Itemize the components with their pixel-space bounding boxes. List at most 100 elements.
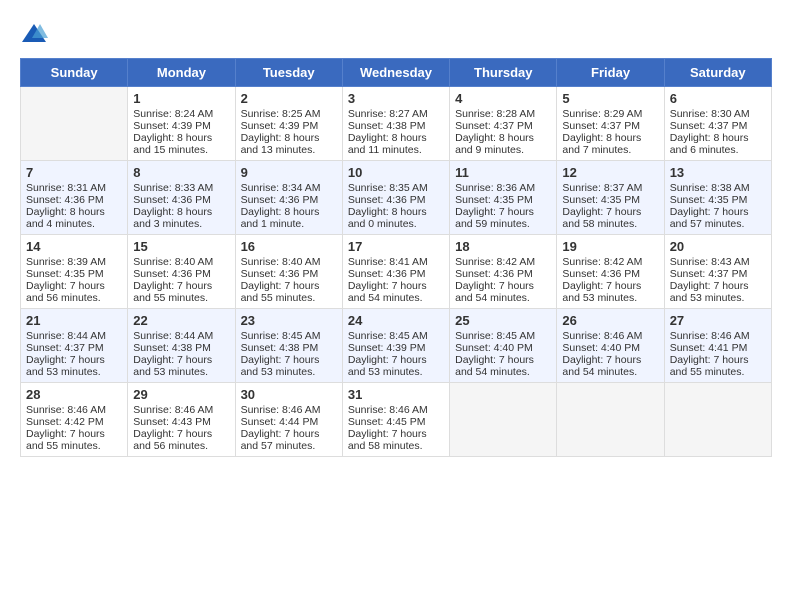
calendar-cell: 19 Sunrise: 8:42 AMSunset: 4:36 PMDayligh… — [557, 235, 664, 309]
sunset-text: Sunset: 4:35 PM — [455, 194, 551, 206]
sunrise-text: Sunrise: 8:40 AM — [241, 256, 337, 268]
day-number: 7 — [26, 165, 122, 180]
sunset-text: Sunset: 4:39 PM — [241, 120, 337, 132]
sunrise-text: Sunrise: 8:35 AM — [348, 182, 444, 194]
daylight-text: Daylight: 7 hours and 53 minutes. — [670, 280, 766, 304]
calendar-cell: 18Sunrise: 8:42 AMSunset: 4:36 PMDayligh… — [450, 235, 557, 309]
calendar-cell: 25Sunrise: 8:45 AMSunset: 4:40 PMDayligh… — [450, 309, 557, 383]
day-number: 21 — [26, 313, 122, 328]
daylight-text: Daylight: 8 hours and 15 minutes. — [133, 132, 229, 156]
daylight-text: Daylight: 7 hours and 55 minutes. — [241, 280, 337, 304]
daylight-text: Daylight: 8 hours and 0 minutes. — [348, 206, 444, 230]
day-number: 27 — [670, 313, 766, 328]
daylight-text: Daylight: 7 hours and 54 minutes. — [455, 280, 551, 304]
sunset-text: Sunset: 4:35 PM — [562, 194, 658, 206]
day-header-friday: Friday — [557, 59, 664, 87]
sunset-text: Sunset: 4:36 PM — [241, 268, 337, 280]
sunrise-text: Sunrise: 8:25 AM — [241, 108, 337, 120]
calendar-cell: 13Sunrise: 8:38 AMSunset: 4:35 PMDayligh… — [664, 161, 771, 235]
sunset-text: Sunset: 4:36 PM — [562, 268, 658, 280]
calendar-week-row: 21Sunrise: 8:44 AMSunset: 4:37 PMDayligh… — [21, 309, 772, 383]
calendar-cell: 4Sunrise: 8:28 AMSunset: 4:37 PMDaylight… — [450, 87, 557, 161]
day-number: 28 — [26, 387, 122, 402]
daylight-text: Daylight: 8 hours and 1 minute. — [241, 206, 337, 230]
daylight-text: Daylight: 7 hours and 55 minutes. — [26, 428, 122, 452]
daylight-text: Daylight: 7 hours and 57 minutes. — [670, 206, 766, 230]
calendar-cell: 8Sunrise: 8:33 AMSunset: 4:36 PMDaylight… — [128, 161, 235, 235]
sunset-text: Sunset: 4:35 PM — [26, 268, 122, 280]
daylight-text: Daylight: 7 hours and 53 minutes. — [26, 354, 122, 378]
day-number: 20 — [670, 239, 766, 254]
calendar-cell: 10Sunrise: 8:35 AMSunset: 4:36 PMDayligh… — [342, 161, 449, 235]
calendar-cell: 3Sunrise: 8:27 AMSunset: 4:38 PMDaylight… — [342, 87, 449, 161]
sunset-text: Sunset: 4:37 PM — [562, 120, 658, 132]
sunset-text: Sunset: 4:36 PM — [133, 194, 229, 206]
day-number: 25 — [455, 313, 551, 328]
calendar-cell: 29Sunrise: 8:46 AMSunset: 4:43 PMDayligh… — [128, 383, 235, 457]
calendar-cell — [450, 383, 557, 457]
calendar-cell: 17Sunrise: 8:41 AMSunset: 4:36 PMDayligh… — [342, 235, 449, 309]
calendar-cell: 14Sunrise: 8:39 AMSunset: 4:35 PMDayligh… — [21, 235, 128, 309]
sunset-text: Sunset: 4:36 PM — [133, 268, 229, 280]
sunrise-text: Sunrise: 8:41 AM — [348, 256, 444, 268]
sunrise-text: Sunrise: 8:46 AM — [670, 330, 766, 342]
day-number: 13 — [670, 165, 766, 180]
daylight-text: Daylight: 7 hours and 55 minutes. — [670, 354, 766, 378]
daylight-text: Daylight: 7 hours and 53 minutes. — [562, 280, 658, 304]
calendar-cell: 23Sunrise: 8:45 AMSunset: 4:38 PMDayligh… — [235, 309, 342, 383]
calendar-cell: 11 Sunrise: 8:36 AMSunset: 4:35 PMDayligh… — [450, 161, 557, 235]
sunset-text: Sunset: 4:40 PM — [562, 342, 658, 354]
day-number: 24 — [348, 313, 444, 328]
calendar-week-row: 14Sunrise: 8:39 AMSunset: 4:35 PMDayligh… — [21, 235, 772, 309]
sunset-text: Sunset: 4:36 PM — [241, 194, 337, 206]
daylight-text: Daylight: 7 hours and 56 minutes. — [26, 280, 122, 304]
sunrise-text: Sunrise: 8:46 AM — [26, 404, 122, 416]
day-number: 22 — [133, 313, 229, 328]
day-header-saturday: Saturday — [664, 59, 771, 87]
day-number: 10 — [348, 165, 444, 180]
calendar-cell: 6Sunrise: 8:30 AMSunset: 4:37 PMDaylight… — [664, 87, 771, 161]
sunset-text: Sunset: 4:37 PM — [455, 120, 551, 132]
sunrise-text: Sunrise: 8:42 AM — [562, 256, 658, 268]
logo-icon — [20, 20, 48, 48]
daylight-text: Daylight: 7 hours and 58 minutes. — [562, 206, 658, 230]
daylight-text: Daylight: 7 hours and 54 minutes. — [455, 354, 551, 378]
day-number: 6 — [670, 91, 766, 106]
sunset-text: Sunset: 4:38 PM — [348, 120, 444, 132]
calendar-cell: 1Sunrise: 8:24 AMSunset: 4:39 PMDaylight… — [128, 87, 235, 161]
sunrise-text: Sunrise: 8:45 AM — [455, 330, 551, 342]
calendar-cell — [664, 383, 771, 457]
day-number: 2 — [241, 91, 337, 106]
calendar-cell: 12Sunrise: 8:37 AMSunset: 4:35 PMDayligh… — [557, 161, 664, 235]
sunrise-text: Sunrise: 8:37 AM — [562, 182, 658, 194]
day-number: 31 — [348, 387, 444, 402]
sunrise-text: Sunrise: 8:42 AM — [455, 256, 551, 268]
sunrise-text: Sunrise: 8:45 AM — [241, 330, 337, 342]
sunrise-text: Sunrise: 8:24 AM — [133, 108, 229, 120]
daylight-text: Daylight: 8 hours and 11 minutes. — [348, 132, 444, 156]
page-header — [20, 20, 772, 48]
sunset-text: Sunset: 4:37 PM — [670, 120, 766, 132]
sunrise-text: Sunrise: 8:46 AM — [348, 404, 444, 416]
day-number: 8 — [133, 165, 229, 180]
sunset-text: Sunset: 4:43 PM — [133, 416, 229, 428]
daylight-text: Daylight: 8 hours and 6 minutes. — [670, 132, 766, 156]
daylight-text: Daylight: 8 hours and 7 minutes. — [562, 132, 658, 156]
daylight-text: Daylight: 7 hours and 53 minutes. — [133, 354, 229, 378]
day-number: 15 — [133, 239, 229, 254]
daylight-text: Daylight: 7 hours and 59 minutes. — [455, 206, 551, 230]
calendar-cell: 27Sunrise: 8:46 AMSunset: 4:41 PMDayligh… — [664, 309, 771, 383]
day-header-tuesday: Tuesday — [235, 59, 342, 87]
day-number: 19 — [562, 239, 658, 254]
daylight-text: Daylight: 7 hours and 58 minutes. — [348, 428, 444, 452]
sunrise-text: Sunrise: 8:36 AM — [455, 182, 551, 194]
day-number: 11 — [455, 165, 551, 180]
day-header-thursday: Thursday — [450, 59, 557, 87]
calendar-cell: 30Sunrise: 8:46 AMSunset: 4:44 PMDayligh… — [235, 383, 342, 457]
calendar-cell: 22Sunrise: 8:44 AMSunset: 4:38 PMDayligh… — [128, 309, 235, 383]
calendar-cell: 15Sunrise: 8:40 AMSunset: 4:36 PMDayligh… — [128, 235, 235, 309]
day-number: 5 — [562, 91, 658, 106]
calendar-week-row: 28Sunrise: 8:46 AMSunset: 4:42 PMDayligh… — [21, 383, 772, 457]
daylight-text: Daylight: 7 hours and 56 minutes. — [133, 428, 229, 452]
day-number: 23 — [241, 313, 337, 328]
